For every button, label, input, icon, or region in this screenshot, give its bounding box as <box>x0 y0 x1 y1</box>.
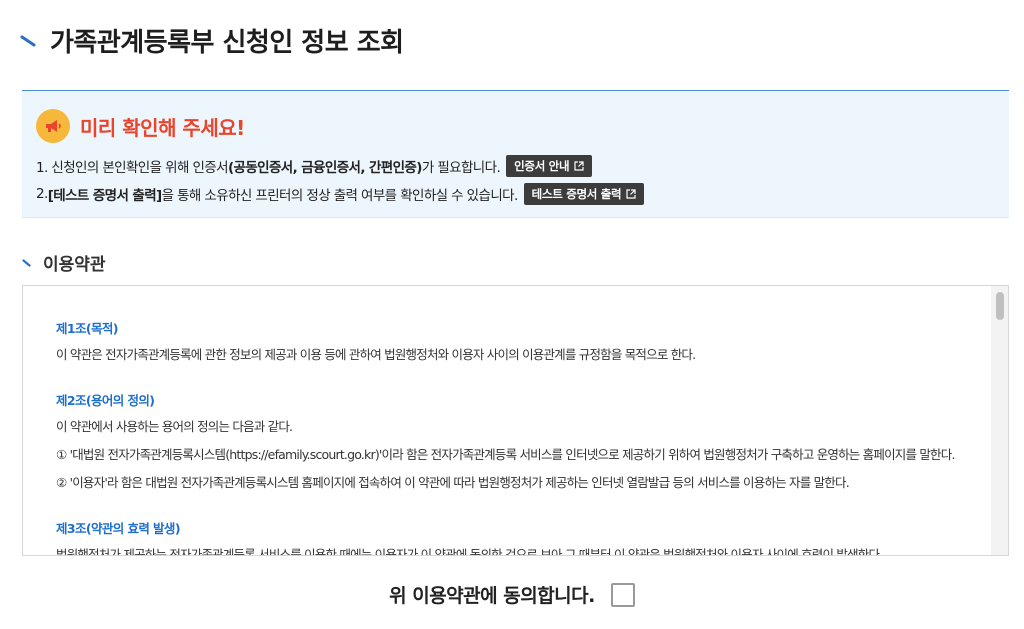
article-2-line-2: ① '대법원 전자가족관계등록시스템(https://efamily.scour… <box>56 447 955 462</box>
external-link-icon <box>626 189 636 199</box>
article-2-line-3: ② '이용자'라 함은 대법원 전자가족관계등록시스템 홈페이지에 접속하여 이… <box>56 475 850 490</box>
megaphone-icon <box>36 109 70 143</box>
notice-title: 미리 확인해 주세요! <box>80 115 245 140</box>
notice-line-1: 1. 신청인의 본인확인을 위해 인증서 (공동인증서, 금융인증서, 간편인증… <box>36 155 593 177</box>
notice-line-2: 2. [테스트 증명서 출력] 을 통해 소유하신 프린터의 정상 출력 여부를… <box>36 183 645 205</box>
certificate-guide-label: 인증서 안내 <box>514 159 570 173</box>
notice-line-2-suffix: 을 통해 소유하신 프린터의 정상 출력 여부를 확인하실 수 있습니다. <box>161 188 519 204</box>
page: 가족관계등록부 신청인 정보 조회 미리 확인해 주세요! 1. 신청인의 본인… <box>0 0 1024 629</box>
scrollbar-thumb[interactable] <box>996 292 1004 320</box>
terms-content: 제1조(목적) 이 약관은 전자가족관계등록에 관한 정보의 제공과 이용 등에… <box>56 318 976 556</box>
terms-scroll-box[interactable]: 제1조(목적) 이 약관은 전자가족관계등록에 관한 정보의 제공과 이용 등에… <box>22 285 1009 556</box>
terms-section-header: 이용약관 <box>22 250 106 275</box>
notice-line-1-prefix: 1. 신청인의 본인확인을 위해 인증서 <box>36 160 229 176</box>
terms-section-title: 이용약관 <box>43 255 106 275</box>
article-2-line-1: 이 약관에서 사용하는 용어의 정의는 다음과 같다. <box>56 419 293 434</box>
agree-checkbox[interactable] <box>610 582 635 607</box>
page-title: 가족관계등록부 신청인 정보 조회 <box>50 28 404 58</box>
notice-box: 미리 확인해 주세요! 1. 신청인의 본인확인을 위해 인증서 (공동인증서,… <box>22 90 1009 218</box>
agree-label: 위 이용약관에 동의합니다. <box>389 585 595 607</box>
article-3-title: 제3조(약관의 효력 발생) <box>56 521 181 536</box>
notice-line-2-bold: [테스트 증명서 출력] <box>47 188 163 204</box>
notice-header: 미리 확인해 주세요! <box>36 109 245 143</box>
test-print-button[interactable]: 테스트 증명서 출력 <box>523 183 645 205</box>
test-print-label: 테스트 증명서 출력 <box>531 187 622 201</box>
article-3-line-1: 법원행정처가 제공하는 전자가족관계등록 서비스를 이용한 때에는 이용자가 이… <box>56 547 883 556</box>
terms-scrollbar[interactable] <box>991 286 1008 555</box>
article-1-line-1: 이 약관은 전자가족관계등록에 관한 정보의 제공과 이용 등에 관하여 법원행… <box>56 347 696 362</box>
notice-line-1-suffix: 가 필요합니다. <box>421 160 501 176</box>
article-2-title: 제2조(용어의 정의) <box>56 393 155 408</box>
external-link-icon <box>574 161 584 171</box>
agree-row: 위 이용약관에 동의합니다. <box>0 581 1024 608</box>
page-header: 가족관계등록부 신청인 정보 조회 <box>20 22 404 59</box>
notice-line-1-bold: (공동인증서, 금융인증서, 간편인증) <box>227 160 422 176</box>
article-1-title: 제1조(목적) <box>56 321 119 336</box>
notice-line-2-prefix: 2. <box>36 186 48 202</box>
section-accent-icon <box>22 258 31 267</box>
certificate-guide-button[interactable]: 인증서 안내 <box>506 155 593 177</box>
title-accent-icon <box>20 35 36 46</box>
